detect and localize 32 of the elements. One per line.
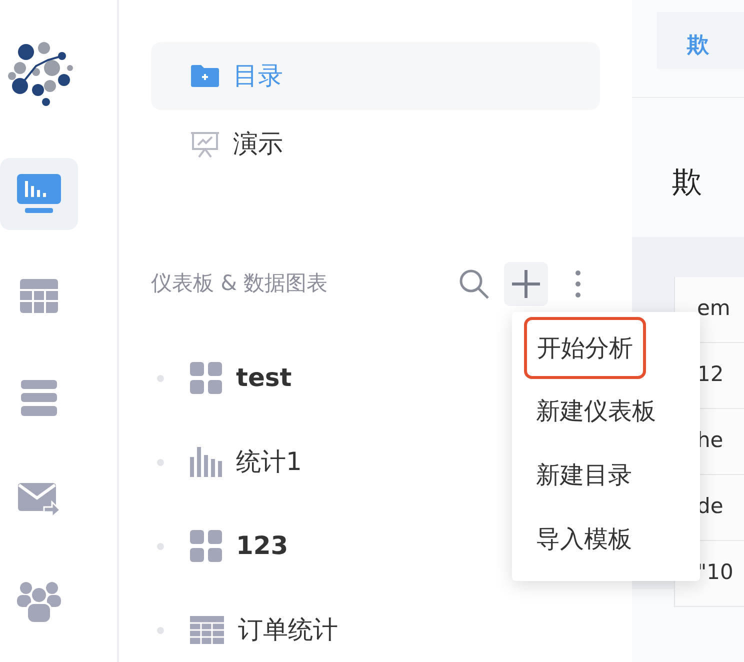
page-heading: 欺 bbox=[672, 164, 703, 202]
folder-icon bbox=[191, 65, 219, 87]
tree-item-label[interactable]: 统计1 bbox=[236, 443, 302, 481]
users-icon bbox=[17, 581, 61, 623]
nav-item[interactable]: 演示 bbox=[151, 110, 600, 178]
table-icon bbox=[190, 616, 224, 644]
monitor-chart-icon bbox=[17, 174, 61, 214]
more-icon bbox=[575, 270, 581, 298]
menu-item[interactable]: 导入模板 bbox=[512, 507, 632, 571]
tree-item-label[interactable]: 订单统计 bbox=[238, 611, 338, 649]
grid-icon bbox=[190, 362, 222, 394]
bullet-dot bbox=[157, 374, 164, 382]
plus-icon bbox=[512, 270, 540, 298]
bullet-dot bbox=[157, 626, 164, 634]
logo bbox=[6, 40, 74, 106]
tree-item-label[interactable]: test bbox=[236, 359, 292, 397]
search-icon bbox=[458, 268, 490, 300]
menu-item[interactable]: 开始分析 bbox=[524, 317, 646, 379]
add-button[interactable] bbox=[504, 262, 548, 306]
menu-item[interactable]: 新建目录 bbox=[512, 443, 632, 507]
bullet-dot bbox=[157, 458, 164, 466]
section-title: 仪表板 & 数据图表 bbox=[151, 270, 328, 298]
menu-item[interactable]: 新建仪表板 bbox=[512, 379, 656, 443]
table-icon bbox=[20, 279, 58, 313]
presentation-icon bbox=[191, 130, 219, 158]
tree-item-label[interactable]: 123 bbox=[236, 527, 288, 565]
list-icon bbox=[21, 380, 57, 416]
sidebar-button[interactable] bbox=[0, 158, 78, 230]
bar-chart-icon bbox=[190, 447, 222, 477]
mail-forward-icon bbox=[18, 483, 60, 517]
bullet-dot bbox=[157, 542, 164, 550]
grid-icon bbox=[190, 530, 222, 562]
